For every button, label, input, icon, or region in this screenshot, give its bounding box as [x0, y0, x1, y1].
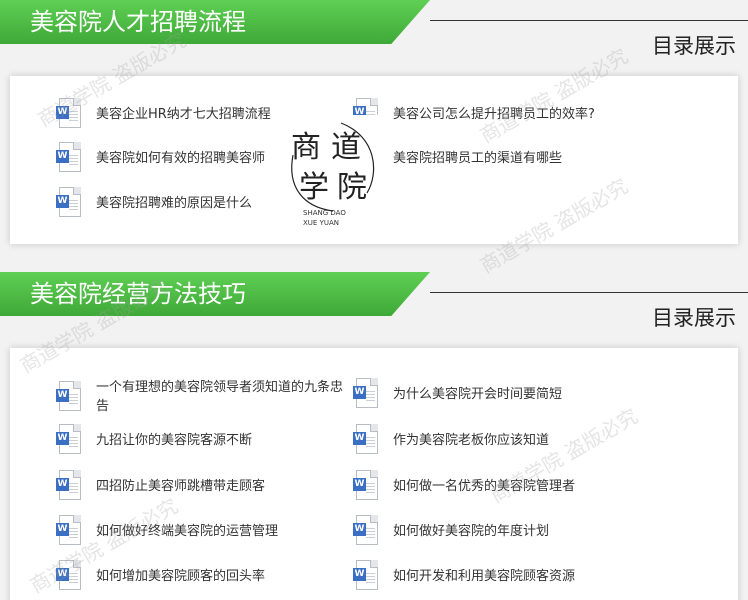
document-title: 四招防止美容师跳槽带走顾客	[96, 478, 266, 494]
word-document-icon: W	[56, 560, 84, 592]
document-link[interactable]: W 作为美容院老板你应该知道	[353, 424, 549, 456]
section-header-operations: 美容院经营方法技巧 目录展示	[0, 272, 748, 330]
logo-pinyin: SHANG DAO	[303, 209, 346, 217]
logo-char: 商	[291, 130, 321, 165]
document-title: 美容企业HR纳才七大招聘流程	[96, 106, 271, 122]
document-title: 九招让你的美容院客源不断	[96, 432, 253, 448]
word-document-icon: W	[56, 98, 84, 130]
word-document-icon: W	[353, 378, 381, 410]
word-document-icon: W	[56, 381, 84, 413]
document-title: 一个有理想的美容院领导者须知道的九条忠告	[96, 380, 344, 414]
document-list-card: W 一个有理想的美容院领导者须知道的九条忠告 W 为什么美容院开会时间要简短 W…	[10, 348, 738, 600]
section-header-recruitment: 美容院人才招聘流程 目录展示	[0, 0, 748, 58]
word-document-icon: W	[353, 515, 381, 547]
divider-line	[430, 20, 748, 21]
document-link[interactable]: W 四招防止美容师跳槽带走顾客	[56, 470, 265, 502]
document-link[interactable]: W 九招让你的美容院客源不断	[56, 424, 252, 456]
document-title: 作为美容院老板你应该知道	[393, 432, 550, 448]
document-link[interactable]: W 为什么美容院开会时间要简短	[353, 378, 562, 410]
document-title: 美容公司怎么提升招聘员工的效率?	[393, 106, 595, 122]
document-link[interactable]: W 如何做好美容院的年度计划	[353, 515, 549, 547]
document-link[interactable]: W 一个有理想的美容院领导者须知道的九条忠告	[56, 378, 346, 416]
word-document-icon: W	[56, 424, 84, 456]
document-title: 美容院招聘员工的渠道有哪些	[393, 150, 563, 166]
document-link[interactable]: W 如何做好终端美容院的运营管理	[56, 515, 278, 547]
document-title: 美容院如何有效的招聘美容师	[96, 150, 266, 166]
document-link[interactable]: W 如何增加美容院顾客的回头率	[56, 560, 265, 592]
document-link[interactable]: W 美容公司怎么提升招聘员工的效率?	[353, 98, 595, 130]
logo-pinyin: XUE YUAN	[303, 219, 339, 227]
section-title: 美容院经营方法技巧	[30, 280, 246, 308]
word-document-icon: W	[56, 187, 84, 219]
document-link[interactable]: W 如何做一名优秀的美容院管理者	[353, 470, 575, 502]
word-document-icon: W	[353, 470, 381, 502]
document-title: 为什么美容院开会时间要简短	[393, 386, 563, 402]
document-link[interactable]: W 美容企业HR纳才七大招聘流程	[56, 98, 271, 130]
document-title: 如何做好美容院的年度计划	[393, 523, 550, 539]
catalog-label: 目录展示	[652, 306, 736, 330]
document-link[interactable]: W 美容院招聘难的原因是什么	[56, 187, 252, 219]
divider-line	[430, 292, 748, 293]
section-title: 美容院人才招聘流程	[30, 8, 246, 36]
document-title: 如何做一名优秀的美容院管理者	[393, 478, 576, 494]
document-link[interactable]: W 如何开发和利用美容院顾客资源	[353, 560, 575, 592]
logo-char: 学	[299, 170, 329, 205]
word-document-icon: W	[56, 515, 84, 547]
logo-char: 道	[331, 130, 361, 165]
document-title: 如何开发和利用美容院顾客资源	[393, 568, 576, 584]
document-link[interactable]: W 美容院招聘员工的渠道有哪些	[353, 142, 562, 174]
logo-char: 院	[337, 170, 367, 205]
shangdao-logo: 商 道 学 院 SHANG DAO XUE YUAN	[281, 115, 381, 230]
word-document-icon: W	[56, 142, 84, 174]
word-document-icon: W	[353, 560, 381, 592]
document-link[interactable]: W 美容院如何有效的招聘美容师	[56, 142, 265, 174]
word-document-icon: W	[353, 424, 381, 456]
document-title: 美容院招聘难的原因是什么	[96, 195, 253, 211]
document-title: 如何增加美容院顾客的回头率	[96, 568, 266, 584]
document-title: 如何做好终端美容院的运营管理	[96, 523, 279, 539]
word-document-icon: W	[56, 470, 84, 502]
catalog-label: 目录展示	[652, 34, 736, 58]
